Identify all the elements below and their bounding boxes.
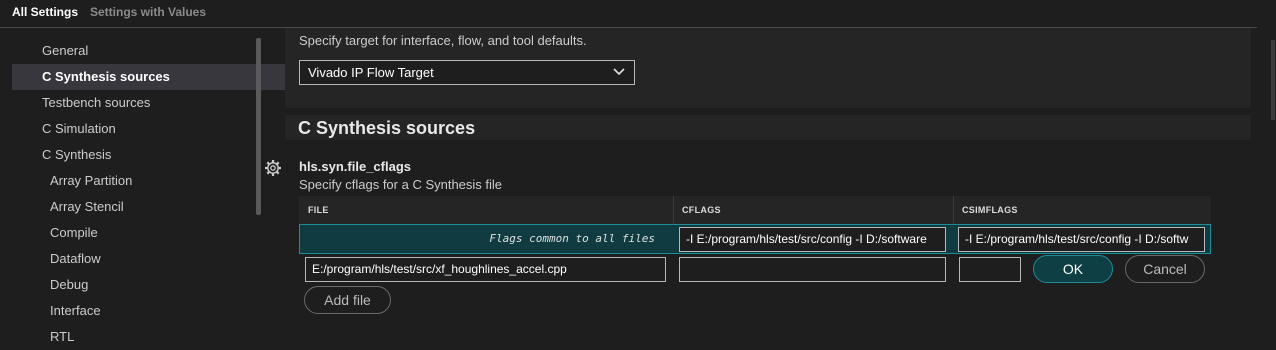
setting-description: Specify cflags for a C Synthesis file xyxy=(299,177,503,192)
cancel-button[interactable]: Cancel xyxy=(1125,255,1205,283)
sidebar-item-c-synthesis[interactable]: C Synthesis xyxy=(12,142,286,168)
sidebar-item-rtl[interactable]: RTL xyxy=(12,324,294,350)
chevron-down-icon xyxy=(613,68,625,76)
sidebar-item-testbench-sources[interactable]: Testbench sources xyxy=(12,90,286,116)
main-scrollbar[interactable] xyxy=(1271,40,1275,120)
sidebar-item-c-synthesis-sources[interactable]: C Synthesis sources xyxy=(12,64,286,90)
add-file-button[interactable]: Add file xyxy=(304,286,391,314)
sidebar-scrollbar[interactable] xyxy=(256,38,261,215)
sidebar-item-dataflow[interactable]: Dataflow xyxy=(12,246,294,272)
column-header-csimflags: CSIMFLAGS xyxy=(962,205,1018,215)
column-header-cflags: CFLAGS xyxy=(682,205,721,215)
tab-settings-with-values[interactable]: Settings with Values xyxy=(90,5,206,19)
sidebar-item-array-partition[interactable]: Array Partition xyxy=(12,168,294,194)
common-csimflags-input[interactable]: -I E:/program/hls/test/src/config -I D:/… xyxy=(958,227,1205,252)
sidebar-item-compile[interactable]: Compile xyxy=(12,220,294,246)
sidebar-item-c-simulation[interactable]: C Simulation xyxy=(12,116,286,142)
sidebar-item-array-stencil[interactable]: Array Stencil xyxy=(12,194,294,220)
flow-target-value: Vivado IP Flow Target xyxy=(308,65,434,80)
ok-button[interactable]: OK xyxy=(1033,255,1113,283)
column-header-file: FILE xyxy=(308,205,329,215)
csimflags-input[interactable] xyxy=(959,257,1021,282)
flow-target-description: Specify target for interface, flow, and … xyxy=(299,33,587,48)
common-flags-label: Flags common to all files xyxy=(489,232,655,245)
tab-all-settings[interactable]: All Settings xyxy=(12,5,78,19)
sidebar-item-general[interactable]: General xyxy=(12,38,286,64)
section-title: C Synthesis sources xyxy=(298,118,476,138)
gear-icon[interactable] xyxy=(264,159,282,177)
file-input[interactable]: E:/program/hls/test/src/xf_houghlines_ac… xyxy=(305,257,666,282)
sidebar-item-debug[interactable]: Debug xyxy=(12,272,294,298)
sidebar-item-interface[interactable]: Interface xyxy=(12,298,294,324)
common-cflags-input[interactable]: -I E:/program/hls/test/src/config -I D:/… xyxy=(679,227,946,252)
cflags-input[interactable] xyxy=(679,257,946,282)
setting-key: hls.syn.file_cflags xyxy=(299,159,411,174)
flow-target-select[interactable]: Vivado IP Flow Target xyxy=(299,60,635,85)
